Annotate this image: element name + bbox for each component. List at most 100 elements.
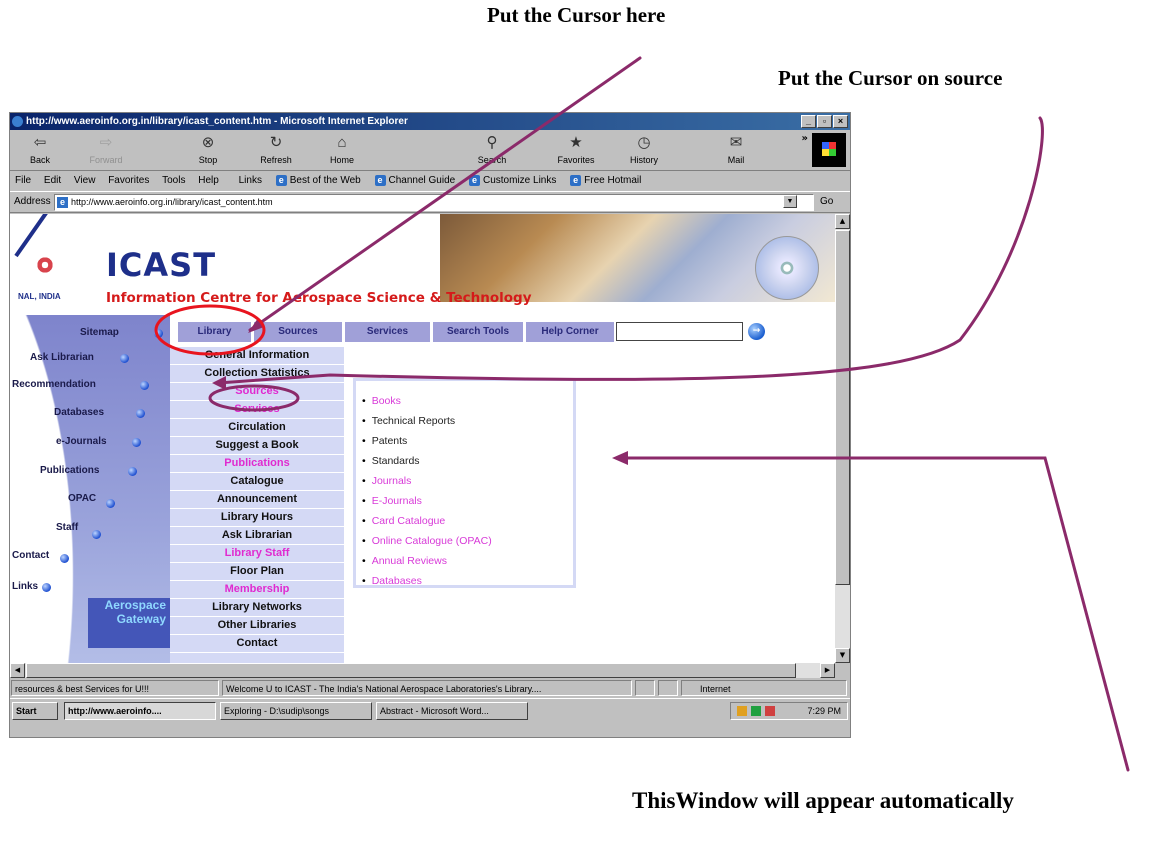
search-button[interactable]: ⚲ Search [466,133,518,165]
link-channel-guide[interactable]: Channel Guide [375,175,456,186]
source-item[interactable]: Journals [362,471,573,491]
search-go-icon[interactable]: → [748,323,765,340]
address-input[interactable]: http://www.aeroinfo.org.in/library/icast… [54,194,814,211]
address-dropdown-icon[interactable]: ▼ [783,195,797,208]
vertical-scrollbar[interactable]: ▲ ▼ [835,214,850,663]
cd-image [755,236,819,300]
minimize-button[interactable]: _ [801,115,816,128]
go-button[interactable]: Go [820,196,833,207]
tab-sources[interactable]: Sources [254,322,342,342]
tab-help-corner[interactable]: Help Corner [526,322,614,342]
nav-ejournals[interactable]: e-Journals [56,436,141,447]
start-button[interactable]: Start [12,702,58,720]
menu-file[interactable]: File [15,175,31,186]
nav-recommendation[interactable]: Recommendation [12,379,149,390]
submenu-item[interactable]: Services [170,401,344,419]
submenu-item[interactable]: Ask Librarian [170,527,344,545]
source-item[interactable]: Card Catalogue [362,511,573,531]
submenu-item[interactable]: Library Networks [170,599,344,617]
submenu-item[interactable]: Library Hours [170,509,344,527]
source-item[interactable]: E-Journals [362,491,573,511]
nav-databases[interactable]: Databases [54,407,145,418]
menu-help[interactable]: Help [198,175,219,186]
nav-staff[interactable]: Staff [56,522,101,539]
horizontal-scrollbar[interactable]: ◀ ▶ [10,663,835,678]
tab-library[interactable]: Library [178,322,251,342]
home-button[interactable]: ⌂ Home [316,133,368,165]
submenu-item[interactable]: Membership [170,581,344,599]
nav-label: Recommendation [12,379,96,390]
nav-links[interactable]: Links [12,581,51,592]
stop-button[interactable]: ⊗ Stop [182,133,234,165]
source-item[interactable]: Annual Reviews [362,551,573,571]
stop-icon: ⊗ [201,134,215,151]
source-item[interactable]: Books [362,391,573,411]
source-item[interactable]: Online Catalogue (OPAC) [362,531,573,551]
submenu-item[interactable]: Publications [170,455,344,473]
maximize-button[interactable]: ▫ [817,115,832,128]
submenu-item[interactable]: Contact [170,635,344,653]
link-customize-links[interactable]: Customize Links [469,175,556,186]
scroll-left-icon[interactable]: ◀ [10,663,25,678]
tray-icon[interactable] [765,706,775,716]
scroll-right-icon[interactable]: ▶ [820,663,835,678]
nav-sitemap[interactable]: Sitemap [80,327,163,338]
submenu-item[interactable]: Circulation [170,419,344,437]
menu-view[interactable]: View [74,175,96,186]
refresh-button[interactable]: ↻ Refresh [250,133,302,165]
menu-tools[interactable]: Tools [162,175,185,186]
chevron-right-icon[interactable]: » [802,133,808,144]
title-bar[interactable]: http://www.aeroinfo.org.in/library/icast… [10,113,850,130]
submenu-item[interactable]: Suggest a Book [170,437,344,455]
status-title: Welcome U to ICAST - The India's Nationa… [222,680,632,696]
nav-label: Contact [12,550,50,561]
menu-edit[interactable]: Edit [44,175,61,186]
back-button[interactable]: ⇦ Back [14,133,66,165]
logo-wing [14,214,59,258]
taskbar-explorer[interactable]: Exploring - D:\sudip\songs [220,702,372,720]
submenu-item-sources[interactable]: Sources [170,383,344,401]
tray-icon[interactable] [737,706,747,716]
nav-publications[interactable]: Publications [40,465,137,476]
nav-opac[interactable]: OPAC [68,493,115,508]
history-button[interactable]: ◷ History [618,133,670,165]
source-item[interactable]: Patents [362,431,573,451]
taskbar-word[interactable]: Abstract - Microsoft Word... [376,702,528,720]
nav-label: Links [12,581,39,592]
submenu-item[interactable]: Library Staff [170,545,344,563]
submenu-item[interactable]: Other Libraries [170,617,344,635]
favorites-icon: ★ [569,134,583,151]
scroll-down-icon[interactable]: ▼ [835,648,850,663]
tray-icon[interactable] [751,706,761,716]
submenu-item[interactable]: General Information [170,347,344,365]
search-icon: ⚲ [486,134,498,151]
forward-button[interactable]: ⇨ Forward [80,133,132,165]
link-free-hotmail[interactable]: Free Hotmail [570,175,641,186]
windows-logo-icon [812,133,846,167]
tab-services[interactable]: Services [345,322,430,342]
link-best-of-web[interactable]: Best of the Web [276,175,361,186]
submenu-item[interactable]: Announcement [170,491,344,509]
menu-favorites[interactable]: Favorites [108,175,149,186]
submenu-item[interactable]: Catalogue [170,473,344,491]
source-item[interactable]: Standards [362,451,573,471]
source-item[interactable]: Technical Reports [362,411,573,431]
nav-contact[interactable]: Contact [12,550,69,563]
tab-search-tools[interactable]: Search Tools [433,322,523,342]
taskbar-ie[interactable]: http://www.aeroinfo.... [64,702,216,720]
site-search-input[interactable] [616,322,743,341]
submenu-item[interactable]: Collection Statistics [170,365,344,383]
status-text: resources & best Services for U!!! [11,680,219,696]
links-label[interactable]: Links [239,175,262,186]
close-button[interactable]: × [833,115,848,128]
scroll-up-icon[interactable]: ▲ [835,214,850,229]
submenu-item[interactable]: Floor Plan [170,563,344,581]
nav-ask-librarian[interactable]: Ask Librarian [30,352,129,363]
aerospace-gateway-link[interactable]: Aerospace Gateway [88,598,170,648]
scroll-thumb[interactable] [835,230,850,585]
source-item[interactable]: Databases [362,571,573,591]
mail-button[interactable]: ✉ Mail [710,133,762,165]
taskbar: Start http://www.aeroinfo.... Exploring … [10,698,850,722]
h-scroll-thumb[interactable] [26,663,796,678]
favorites-button[interactable]: ★ Favorites [550,133,602,165]
